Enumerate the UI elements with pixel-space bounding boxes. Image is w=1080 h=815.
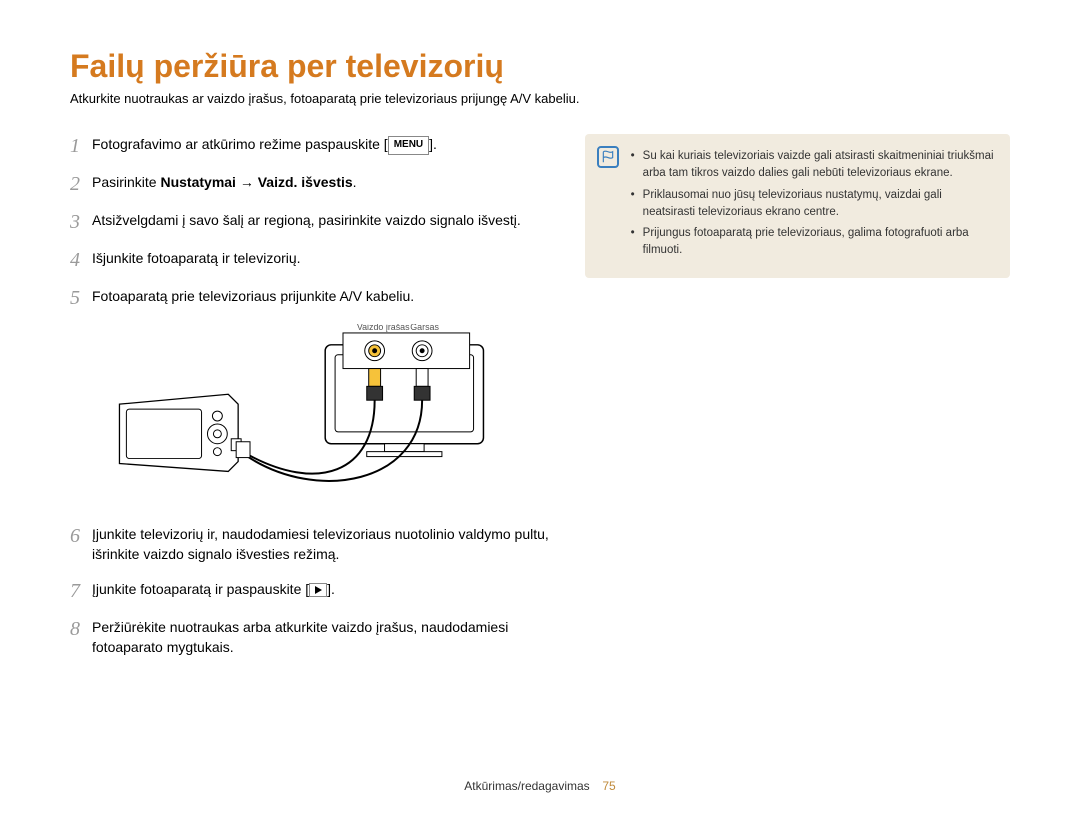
step-number: 1	[70, 134, 92, 158]
step-text-part: ].	[429, 136, 437, 152]
page-title: Failų peržiūra per televizorių	[70, 48, 1010, 85]
page-subtitle: Atkurkite nuotraukas ar vaizdo įrašus, f…	[70, 91, 1010, 106]
note-box: Su kai kuriais televizoriais vaizde gali…	[585, 134, 1010, 278]
step-text: Fotoaparatą prie televizoriaus prijunkit…	[92, 286, 555, 310]
manual-page: Failų peržiūra per televizorių Atkurkite…	[0, 0, 1080, 815]
step-4: 4 Išjunkite fotoaparatą ir televizorių.	[70, 248, 555, 272]
footer-page-number: 75	[602, 779, 615, 793]
step-7: 7 Įjunkite fotoaparatą ir paspauskite []…	[70, 579, 555, 603]
step-text: Atsižvelgdami į savo šalį ar regioną, pa…	[92, 210, 555, 234]
step-text-part: .	[353, 174, 357, 190]
step-1: 1 Fotografavimo ar atkūrimo režime paspa…	[70, 134, 555, 158]
note-item: Priklausomai nuo jūsų televizoriaus nust…	[631, 187, 994, 222]
steps-column: 1 Fotografavimo ar atkūrimo režime paspa…	[70, 134, 555, 671]
step-text: Išjunkite fotoaparatą ir televizorių.	[92, 248, 555, 272]
diagram-label-audio: Garsas	[410, 324, 439, 332]
step-6: 6 Įjunkite televizorių ir, naudodamiesi …	[70, 524, 555, 565]
step-text: Pasirinkite Nustatymai → Vaizd. išvestis…	[92, 172, 555, 196]
step-text-part: ].	[327, 581, 335, 597]
step-number: 6	[70, 524, 92, 565]
step-5: 5 Fotoaparatą prie televizoriaus prijunk…	[70, 286, 555, 310]
step-number: 7	[70, 579, 92, 603]
step-text: Įjunkite televizorių ir, naudodamiesi te…	[92, 524, 555, 565]
playback-icon	[309, 583, 327, 597]
notes-column: Su kai kuriais televizoriais vaizde gali…	[585, 134, 1010, 671]
note-item: Su kai kuriais televizoriais vaizde gali…	[631, 148, 994, 183]
step-text: Fotografavimo ar atkūrimo režime paspaus…	[92, 134, 555, 158]
step-text: Įjunkite fotoaparatą ir paspauskite [].	[92, 579, 555, 603]
step-text-part: Įjunkite fotoaparatą ir paspauskite [	[92, 581, 309, 597]
step-text-part: Pasirinkite	[92, 174, 160, 190]
step-number: 3	[70, 210, 92, 234]
step-2: 2 Pasirinkite Nustatymai → Vaizd. išvest…	[70, 172, 555, 196]
note-icon	[597, 146, 619, 168]
step-number: 4	[70, 248, 92, 272]
note-list: Su kai kuriais televizoriais vaizde gali…	[631, 148, 994, 260]
step-number: 2	[70, 172, 92, 196]
step-number: 8	[70, 617, 92, 658]
diagram-label-video: Vaizdo įrašas	[357, 324, 410, 332]
menu-button-label: MENU	[388, 136, 429, 155]
footer-section: Atkūrimas/redagavimas	[464, 779, 589, 793]
connection-diagram: Vaizdo įrašas Garsas	[70, 324, 555, 514]
step-number: 5	[70, 286, 92, 310]
note-item: Prijungus fotoaparatą prie televizoriaus…	[631, 225, 994, 260]
step-3: 3 Atsižvelgdami į savo šalį ar regioną, …	[70, 210, 555, 234]
page-footer: Atkūrimas/redagavimas 75	[0, 779, 1080, 793]
step-text-bold: Nustatymai → Vaizd. išvestis	[160, 174, 352, 190]
step-text-part: Fotografavimo ar atkūrimo režime paspaus…	[92, 136, 388, 152]
step-8: 8 Peržiūrėkite nuotraukas arba atkurkite…	[70, 617, 555, 658]
content-columns: 1 Fotografavimo ar atkūrimo režime paspa…	[70, 134, 1010, 671]
step-text: Peržiūrėkite nuotraukas arba atkurkite v…	[92, 617, 555, 658]
